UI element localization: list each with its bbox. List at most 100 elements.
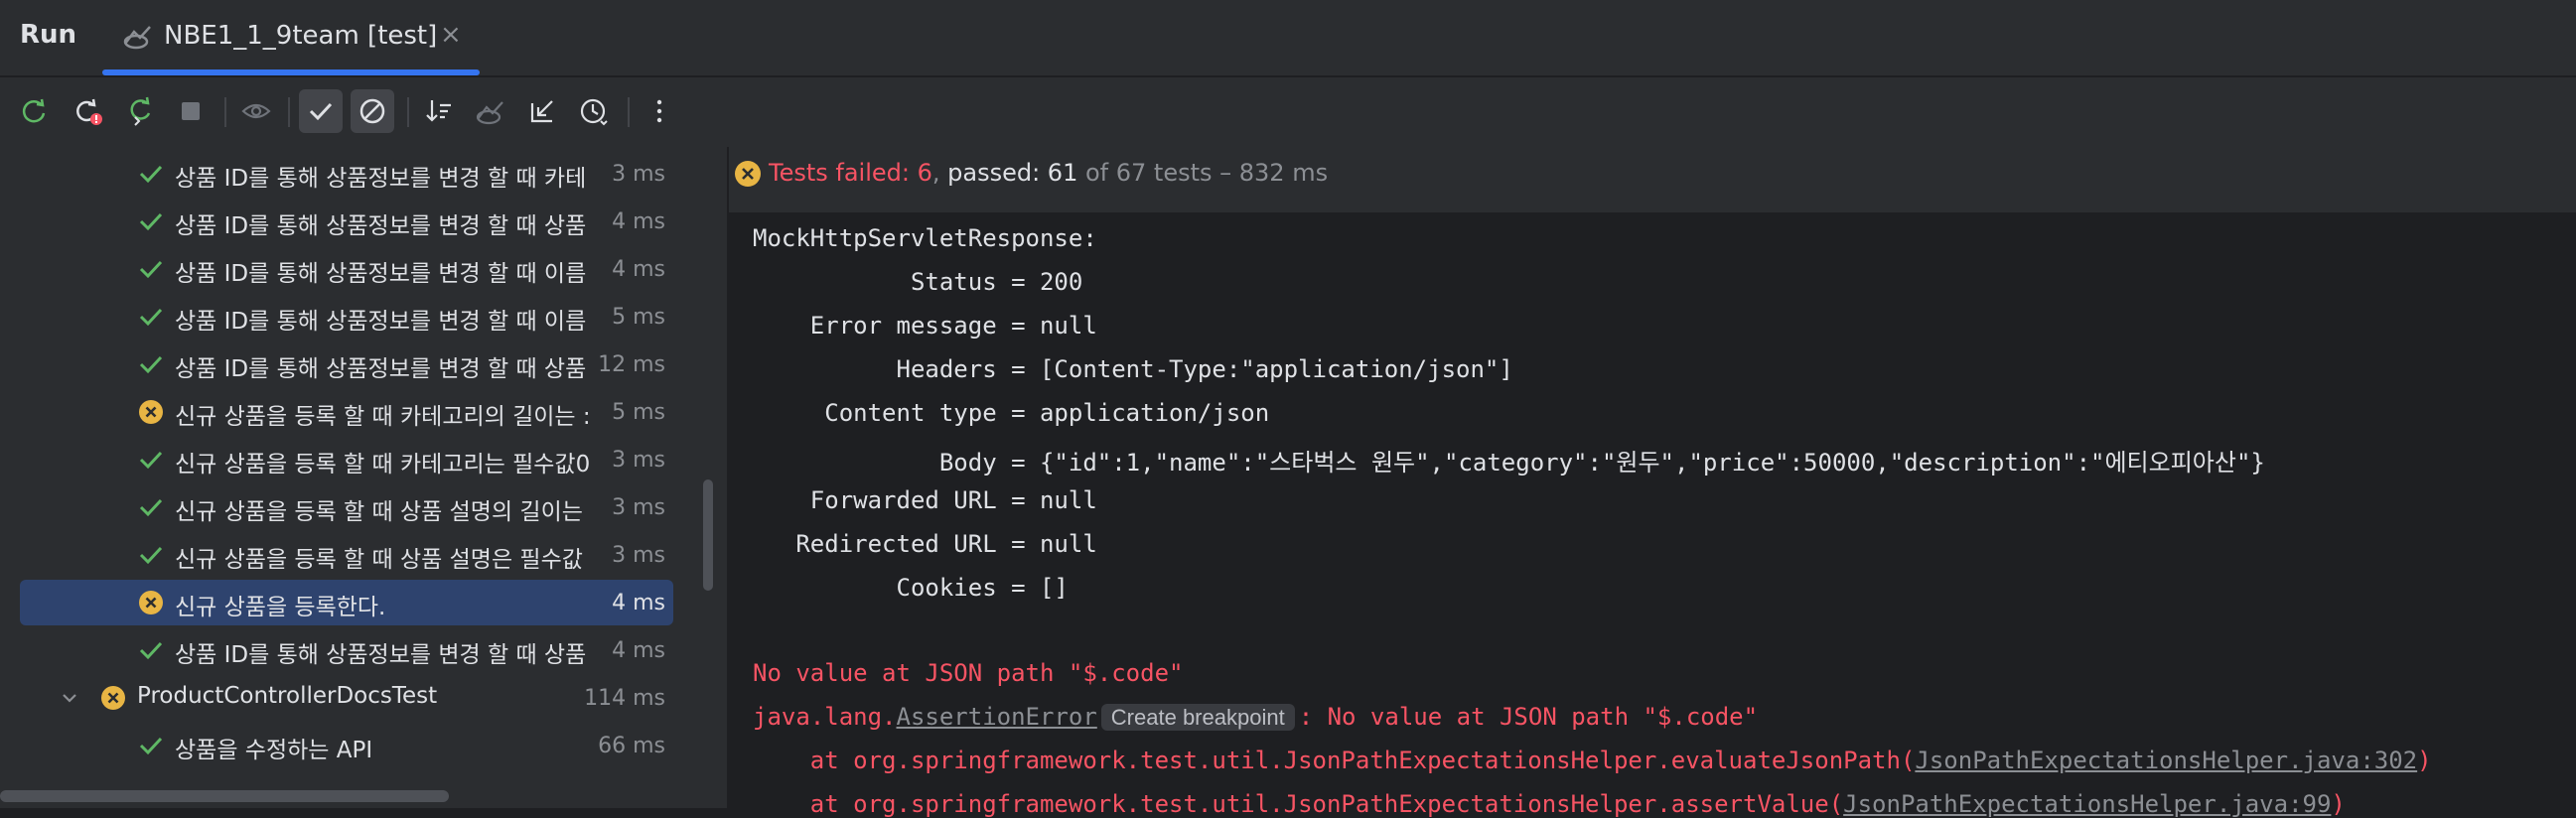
stack-suffix: ) (2331, 790, 2346, 818)
test-case-row[interactable]: 신규 상품을 등록 할 때 카테고리의 길이는 : 5 ms (0, 388, 727, 436)
test-class-node[interactable]: ProductControllerDocsTest 114 ms (0, 674, 727, 722)
test-name: ProductControllerDocsTest (137, 683, 438, 709)
console-line: MockHttpServletResponse: (753, 224, 1097, 252)
test-passed-icon (139, 308, 163, 327)
test-name: 신규 상품을 등록 할 때 카테고리는 필수값0 (175, 452, 591, 477)
import-tests-button[interactable] (469, 89, 512, 133)
tests-failed-icon (735, 161, 761, 187)
test-passed-icon (139, 451, 163, 470)
console-line: Redirected URL = null (753, 530, 1097, 558)
test-name: 상품 ID를 통해 상품정보를 변경 할 때 이름 (175, 309, 587, 335)
test-passed-icon (139, 165, 163, 184)
ignored-icon (359, 98, 385, 124)
test-duration: 5 ms (612, 400, 665, 425)
assertion-error-line: java.lang.AssertionError Create breakpoin… (753, 703, 1758, 731)
test-case-row[interactable]: 신규 상품을 등록한다. 4 ms (0, 579, 727, 626)
tab-run-configuration[interactable]: NBE1_1_9team [test] × (102, 0, 480, 75)
export-button[interactable] (520, 89, 564, 133)
test-passed-icon (139, 641, 163, 660)
test-runner-toolbar (0, 77, 2576, 147)
test-failed-icon (101, 686, 125, 710)
test-failed-icon (139, 591, 163, 614)
test-status-bar: Tests failed: 6, passed: 61 of 67 tests … (729, 147, 2576, 212)
export-icon (530, 100, 553, 123)
toggle-auto-test-button[interactable] (119, 89, 163, 133)
test-passed-icon (139, 212, 163, 231)
test-name: 신규 상품을 등록 할 때 상품 설명은 필수값 (175, 547, 583, 573)
test-name: 상품 ID를 통해 상품정보를 변경 할 때 상품 (175, 213, 587, 239)
checkmark-icon (309, 102, 333, 121)
test-case-row[interactable]: 상품 ID를 통해 상품정보를 변경 할 때 상품 4 ms (0, 626, 727, 674)
console-output[interactable]: No value at JSON path "$.code" java.lang… (729, 212, 2576, 818)
test-passed-icon (139, 260, 163, 279)
test-duration: 3 ms (612, 162, 665, 187)
test-case-row[interactable]: 상품 ID를 통해 상품정보를 변경 할 때 카테 3 ms (0, 150, 727, 198)
test-case-row[interactable]: 상품 ID를 통해 상품정보를 변경 할 때 이름 5 ms (0, 293, 727, 341)
rerun-failed-icon (76, 98, 102, 125)
history-button[interactable] (572, 89, 616, 133)
test-case-row[interactable]: 상품 ID를 통해 상품정보를 변경 할 때 이름 4 ms (0, 245, 727, 293)
toolbar-separator (224, 97, 226, 127)
test-summary: Tests failed: 6, passed: 61 of 67 tests … (769, 159, 1328, 187)
sort-button[interactable] (417, 89, 461, 133)
assert-prefix: java.lang. (753, 703, 897, 731)
test-failed-icon (139, 400, 163, 424)
assertion-error-link[interactable]: AssertionError (897, 703, 1097, 731)
toolbar-separator (407, 97, 409, 127)
test-name: 상품을 수정하는 API (175, 738, 373, 763)
console-line: Status = 200 (753, 268, 1083, 296)
test-case-row[interactable]: 신규 상품을 등록 할 때 카테고리는 필수값0 3 ms (0, 436, 727, 483)
test-configuration-icon (123, 26, 151, 50)
stack-trace-line: at org.springframework.test.util.JsonPat… (753, 790, 2346, 818)
test-case-row[interactable]: 상품을 수정하는 API 66 ms (0, 722, 727, 769)
source-link[interactable]: JsonPathExpectationsHelper.java:99 (1843, 790, 2331, 818)
test-case-row[interactable]: 상품 ID를 통해 상품정보를 변경 할 때 상품 12 ms (0, 341, 727, 388)
chevron-down-icon[interactable] (60, 688, 79, 708)
failed-count: Tests failed: 6 (769, 159, 932, 187)
test-passed-icon (139, 546, 163, 565)
stack-suffix: ) (2417, 747, 2432, 774)
console-line: Body = {"id":1,"name":"스타벅스 원두","categor… (753, 449, 2265, 477)
rerun-button[interactable] (12, 89, 56, 133)
test-name: 상품 ID를 통해 상품정보를 변경 할 때 상품 (175, 356, 587, 382)
console-line: Cookies = [] (753, 574, 1069, 602)
test-name: 신규 상품을 등록 할 때 상품 설명의 길이는 (175, 499, 583, 525)
rerun-failed-button[interactable] (66, 89, 109, 133)
source-link[interactable]: JsonPathExpectationsHelper.java:302 (1915, 747, 2417, 774)
run-tool-window-title: Run (20, 20, 77, 50)
test-results-tree[interactable]: 상품 ID를 통해 상품정보를 변경 할 때 카테 3 ms 상품 ID를 통해 상… (0, 147, 729, 808)
test-passed-icon (139, 498, 163, 517)
console-line: Error message = null (753, 312, 1097, 340)
more-options-button[interactable] (638, 89, 681, 133)
show-ignored-button[interactable] (234, 89, 278, 133)
stop-icon (182, 102, 200, 120)
show-ignored-tests-button[interactable] (351, 89, 394, 133)
test-name: 상품 ID를 통해 상품정보를 변경 할 때 상품 (175, 642, 587, 668)
tab-title: NBE1_1_9team [test] (164, 21, 438, 51)
test-case-row[interactable]: 신규 상품을 등록 할 때 상품 설명의 길이는 3 ms (0, 483, 727, 531)
run-tool-window-header: Run NBE1_1_9team [test] × (0, 0, 2576, 77)
test-duration: 3 ms (612, 495, 665, 520)
total-and-duration: of 67 tests – 832 ms (1077, 159, 1329, 187)
stop-button[interactable] (169, 89, 213, 133)
more-vertical-icon (656, 99, 662, 123)
tree-horizontal-scrollbar[interactable] (0, 790, 449, 802)
history-icon (580, 98, 608, 126)
test-name: 신규 상품을 등록한다. (175, 595, 386, 620)
test-duration: 12 ms (598, 352, 665, 377)
console-line: Headers = [Content-Type:"application/jso… (753, 355, 1513, 383)
tree-vertical-scrollbar[interactable] (703, 479, 713, 591)
test-case-row[interactable]: 상품 ID를 통해 상품정보를 변경 할 때 상품 4 ms (0, 198, 727, 245)
test-duration: 4 ms (612, 591, 665, 615)
eye-icon (241, 103, 271, 119)
create-breakpoint-button[interactable]: Create breakpoint (1100, 704, 1295, 731)
console-line: Content type = application/json (753, 399, 1270, 427)
close-tab-icon[interactable]: × (440, 20, 462, 50)
import-tests-icon (476, 101, 503, 125)
toolbar-separator (288, 97, 290, 127)
test-duration: 114 ms (584, 686, 665, 711)
test-case-row[interactable]: 신규 상품을 등록 할 때 상품 설명은 필수값 3 ms (0, 531, 727, 579)
test-duration: 4 ms (612, 209, 665, 234)
show-passed-button[interactable] (299, 89, 343, 133)
console-line: Forwarded URL = null (753, 486, 1097, 514)
